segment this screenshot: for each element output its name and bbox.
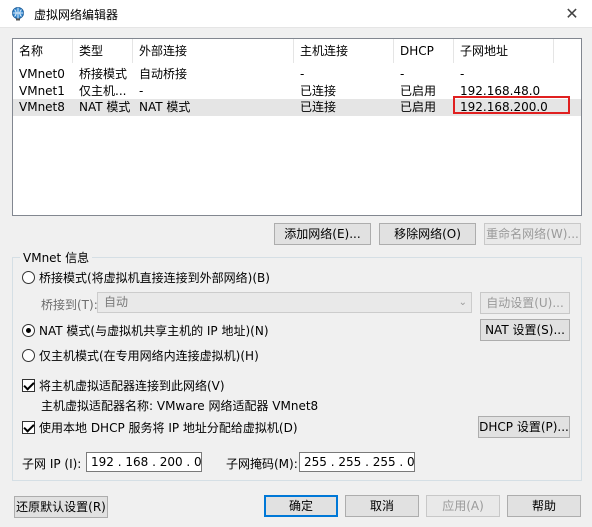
vmnet-info-label: VMnet 信息 — [20, 249, 93, 266]
subnet-mask-field[interactable]: 255 . 255 . 255 . 0 — [299, 452, 415, 472]
column-header-dhcp[interactable]: DHCP — [394, 39, 454, 63]
title-bar: 虚拟网络编辑器 ✕ — [0, 0, 592, 28]
table-row[interactable]: VMnet0 桥接模式 自动桥接 - - - — [13, 66, 581, 83]
globe-network-icon — [12, 7, 24, 21]
add-network-button[interactable]: 添加网络(E)... — [274, 223, 371, 245]
radio-unchecked-icon — [22, 349, 35, 362]
nat-mode-radio[interactable]: NAT 模式(与虚拟机共享主机的 IP 地址)(N) — [22, 322, 269, 339]
cell-type: 桥接模式 — [79, 67, 128, 81]
dhcp-settings-button[interactable]: DHCP 设置(P)... — [478, 416, 570, 438]
apply-button[interactable]: 应用(A) — [426, 495, 500, 517]
radio-unchecked-icon — [22, 271, 35, 284]
host-only-radio[interactable]: 仅主机模式(在专用网络内连接虚拟机)(H) — [22, 347, 259, 364]
restore-defaults-button[interactable]: 还原默认设置(R) — [14, 496, 108, 518]
column-header-subnet[interactable]: 子网地址 — [454, 39, 554, 63]
checkbox-checked-icon — [22, 421, 35, 434]
bridged-mode-radio[interactable]: 桥接模式(将虚拟机直接连接到外部网络)(B) — [22, 269, 270, 286]
subnet-ip-field[interactable]: 192 . 168 . 200 . 0 — [86, 452, 202, 472]
cancel-button[interactable]: 取消 — [345, 495, 419, 517]
cell-external: 自动桥接 — [139, 67, 188, 81]
adapter-name-text: 主机虚拟适配器名称: VMware 网络适配器 VMnet8 — [41, 399, 319, 413]
cell-name: VMnet8 — [19, 100, 65, 114]
cell-name: VMnet1 — [19, 84, 65, 98]
connect-adapter-label: 将主机虚拟适配器连接到此网络(V) — [39, 379, 225, 393]
rename-network-button[interactable]: 重命名网络(W)... — [484, 223, 581, 245]
bridged-to-label: 桥接到(T): — [41, 298, 98, 312]
dhcp-label: 使用本地 DHCP 服务将 IP 地址分配给虚拟机(D) — [39, 421, 298, 435]
checkbox-checked-icon — [22, 379, 35, 392]
nat-mode-label: NAT 模式(与虚拟机共享主机的 IP 地址)(N) — [39, 324, 269, 338]
cell-external: - — [139, 84, 144, 98]
column-header-external[interactable]: 外部连接 — [133, 39, 294, 63]
bridged-mode-label: 桥接模式(将虚拟机直接连接到外部网络)(B) — [39, 271, 270, 285]
cell-name: VMnet0 — [19, 67, 65, 81]
list-header: 名称 类型 外部连接 主机连接 DHCP 子网地址 — [13, 39, 581, 63]
column-header-host[interactable]: 主机连接 — [294, 39, 394, 63]
host-only-label: 仅主机模式(在专用网络内连接虚拟机)(H) — [39, 349, 259, 363]
column-header-type[interactable]: 类型 — [73, 39, 133, 63]
connect-adapter-checkbox[interactable]: 将主机虚拟适配器连接到此网络(V) — [22, 377, 225, 394]
cell-dhcp: 已启用 — [400, 84, 437, 98]
cell-external: NAT 模式 — [139, 100, 191, 114]
window-title: 虚拟网络编辑器 — [34, 8, 119, 22]
network-list[interactable]: 名称 类型 外部连接 主机连接 DHCP 子网地址 VMnet0 桥接模式 自动… — [12, 38, 582, 216]
auto-settings-button[interactable]: 自动设置(U)... — [480, 292, 570, 314]
close-icon[interactable]: ✕ — [552, 0, 592, 28]
chevron-down-icon: ⌄ — [458, 297, 467, 308]
vmnet-info-group — [12, 257, 582, 481]
bridged-to-select[interactable]: 自动 ⌄ — [97, 292, 472, 313]
cell-type: 仅主机... — [79, 84, 127, 98]
cell-host: 已连接 — [300, 100, 337, 114]
radio-checked-icon — [22, 324, 35, 337]
bridged-to-value: 自动 — [104, 295, 129, 309]
nat-settings-button[interactable]: NAT 设置(S)... — [480, 319, 570, 341]
ok-button[interactable]: 确定 — [264, 495, 338, 517]
cell-dhcp: 已启用 — [400, 100, 437, 114]
column-header-name[interactable]: 名称 — [13, 39, 73, 63]
subnet-highlight-annotation — [453, 96, 570, 114]
subnet-ip-label: 子网 IP (I): — [22, 457, 82, 471]
dhcp-checkbox[interactable]: 使用本地 DHCP 服务将 IP 地址分配给虚拟机(D) — [22, 419, 298, 436]
cell-subnet: - — [460, 67, 465, 81]
cell-type: NAT 模式 — [79, 100, 131, 114]
subnet-mask-label: 子网掩码(M): — [226, 457, 298, 471]
cell-dhcp: - — [400, 67, 405, 81]
remove-network-button[interactable]: 移除网络(O) — [379, 223, 476, 245]
help-button[interactable]: 帮助 — [507, 495, 581, 517]
cell-host: 已连接 — [300, 84, 337, 98]
cell-host: - — [300, 67, 305, 81]
